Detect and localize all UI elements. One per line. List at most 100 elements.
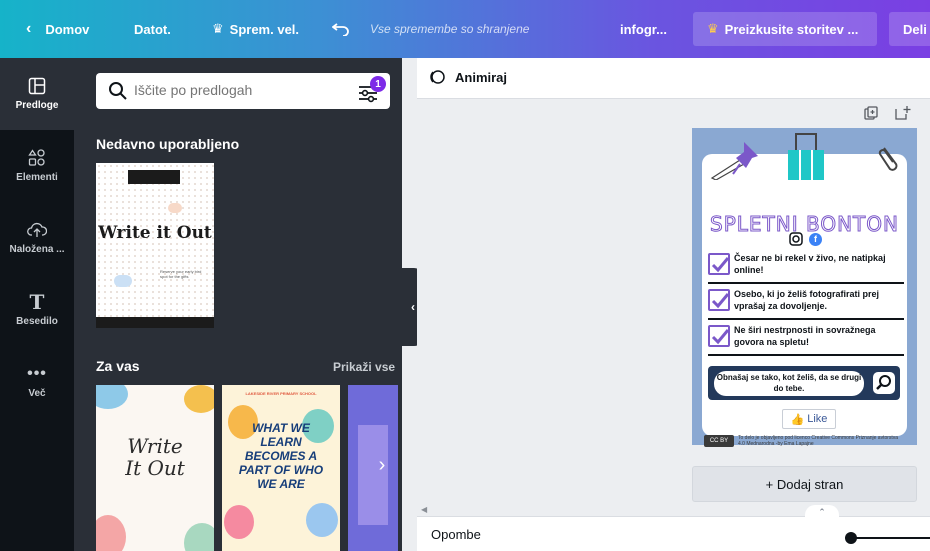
rail-item-uploads[interactable]: Naložena ... [0, 202, 74, 274]
rule-divider [708, 354, 904, 356]
callout-text: Obnašaj se tako, kot želiš, da se drugi … [714, 371, 864, 396]
rule-text: Česar ne bi rekel v živo, ne natipkaj on… [734, 253, 886, 275]
top-bar: ‹ Domov Datot. ♛ Sprem. vel. Vse spremem… [0, 0, 930, 58]
template-header: LAKESIDE RIVER PRIMARY SCHOOL [245, 391, 317, 396]
animate-icon [430, 70, 445, 84]
design-canvas[interactable]: SPLETNI BONTON f Česar ne bi rekel v živ… [692, 128, 917, 447]
rule-divider [708, 282, 904, 284]
template-title-line: It Out [125, 456, 185, 480]
editor-toolbar: Animiraj [417, 58, 930, 99]
paint-blob [184, 385, 214, 413]
zoom-slider-handle[interactable] [845, 532, 857, 544]
rail-label: Besedilo [16, 316, 58, 327]
paint-blob [114, 275, 132, 287]
pin-icon [732, 142, 758, 175]
paint-blob [96, 385, 128, 409]
rule-text: Ne širi nestrpnosti in sovražnega govora… [734, 325, 876, 347]
undo-icon [332, 23, 349, 36]
add-page-button[interactable]: + Dodaj stran [692, 466, 917, 502]
template-title: Write it Out [98, 223, 212, 243]
try-pro-label: Preizkusite storitev ... [724, 21, 859, 37]
handprint [224, 505, 254, 539]
notes-button[interactable]: Opombe [431, 527, 481, 542]
rail-item-elements[interactable]: Elementi [0, 130, 74, 202]
instagram-icon [789, 232, 803, 246]
save-status: Vse spremembe so shranjene [370, 22, 530, 36]
chevron-left-icon: ‹ [26, 20, 32, 37]
paint-blob [184, 523, 214, 551]
zoom-slider-track[interactable] [849, 537, 930, 539]
elements-icon [28, 149, 45, 166]
search-icon [109, 82, 127, 100]
rail-item-text[interactable]: T Besedilo [0, 274, 74, 346]
rule-text: Osebo, ki jo želiš fotografirati prej vp… [734, 289, 880, 311]
animate-button[interactable]: Animiraj [429, 69, 507, 85]
template-card-write-it-out[interactable]: Write It Out [96, 385, 214, 551]
paperclip-icon [878, 147, 898, 171]
checkmark-icon [708, 289, 730, 311]
try-pro-button[interactable]: ♛ Preizkusite storitev ... [693, 12, 877, 46]
binder-clip-icon [788, 133, 824, 180]
crown-icon: ♛ [212, 21, 224, 36]
license-text: To delo je objavljeno pod licenco Creati… [738, 435, 899, 447]
upload-icon [27, 222, 47, 237]
scroll-left-icon[interactable]: ◀ [421, 505, 427, 514]
rule-row: Ne širi nestrpnosti in sovražnega govora… [708, 324, 904, 356]
recent-template-card[interactable]: Write it Out Reserve your early bird spo… [96, 163, 214, 328]
logo-block [128, 170, 180, 184]
rule-divider [708, 318, 904, 320]
template-icon [28, 77, 46, 95]
rail-label: Elementi [16, 172, 58, 183]
rail-item-more[interactable]: ••• Več [0, 346, 74, 418]
rule-row: Česar ne bi rekel v živo, ne natipkaj on… [708, 252, 904, 284]
resize-label: Sprem. vel. [229, 21, 300, 37]
paint-blob [96, 515, 126, 551]
rule-row: Osebo, ki jo želiš fotografirati prej vp… [708, 288, 904, 320]
template-card-what-we-learn[interactable]: LAKESIDE RIVER PRIMARY SCHOOL WHAT WE LE… [222, 385, 340, 551]
crown-icon: ♛ [707, 21, 719, 36]
handprint [306, 503, 338, 537]
creative-commons-icon: CC BY [704, 435, 734, 447]
undo-button[interactable] [332, 0, 350, 58]
duplicate-page-icon[interactable] [864, 106, 878, 120]
search-input[interactable] [134, 82, 334, 98]
file-label: Datot. [134, 21, 171, 37]
rail-label: Predloge [15, 100, 59, 111]
chevron-right-icon: › [378, 453, 386, 476]
search-icon [873, 372, 895, 394]
like-label: Like [807, 413, 828, 425]
paint-blob [168, 203, 182, 213]
recent-title: Nedavno uporabljeno [96, 136, 240, 152]
for-you-title: Za vas [96, 358, 140, 374]
facebook-icon: f [809, 233, 822, 246]
document-title[interactable]: infogr... [620, 0, 667, 58]
share-label: Deli [903, 21, 927, 37]
resize-button[interactable]: ♛ Sprem. vel. [212, 0, 299, 58]
design-title: SPLETNI BONTON [710, 212, 899, 237]
add-page-icon[interactable] [895, 106, 911, 120]
notes-bar: ⌃ Opombe [417, 505, 930, 551]
rail-label: Več [28, 388, 46, 399]
pattern-bg [96, 163, 214, 328]
filter-count-badge: 1 [370, 76, 386, 92]
animate-label: Animiraj [455, 69, 508, 85]
rail-label: Naložena ... [9, 244, 65, 255]
like-badge: 👍 Like [782, 409, 836, 429]
file-menu[interactable]: Datot. [134, 0, 171, 58]
chevron-up-icon[interactable]: ⌃ [805, 505, 839, 519]
rail-item-templates[interactable]: Predloge [0, 58, 74, 130]
back-home-button[interactable]: ‹ Domov [26, 0, 89, 58]
text-icon: T [29, 290, 45, 314]
share-button[interactable]: Deli [889, 12, 930, 46]
callout-box: Obnašaj se tako, kot želiš, da se drugi … [708, 366, 900, 400]
search-box[interactable]: 1 [96, 73, 390, 109]
footer-strip [96, 317, 214, 328]
checkmark-icon [708, 253, 730, 275]
template-title-line: Write [127, 434, 183, 458]
thumbs-up-icon: 👍 [790, 413, 805, 426]
show-all-link[interactable]: Prikaži vse [333, 360, 395, 374]
template-title: WHAT WE LEARN BECOMES A PART OF WHO WE A… [238, 421, 324, 491]
carousel-next-button[interactable]: › [369, 445, 395, 485]
checkmark-icon [708, 325, 730, 347]
editor-area: Animiraj SPLETNI BONTON f Česar ne bi re… [417, 58, 930, 551]
